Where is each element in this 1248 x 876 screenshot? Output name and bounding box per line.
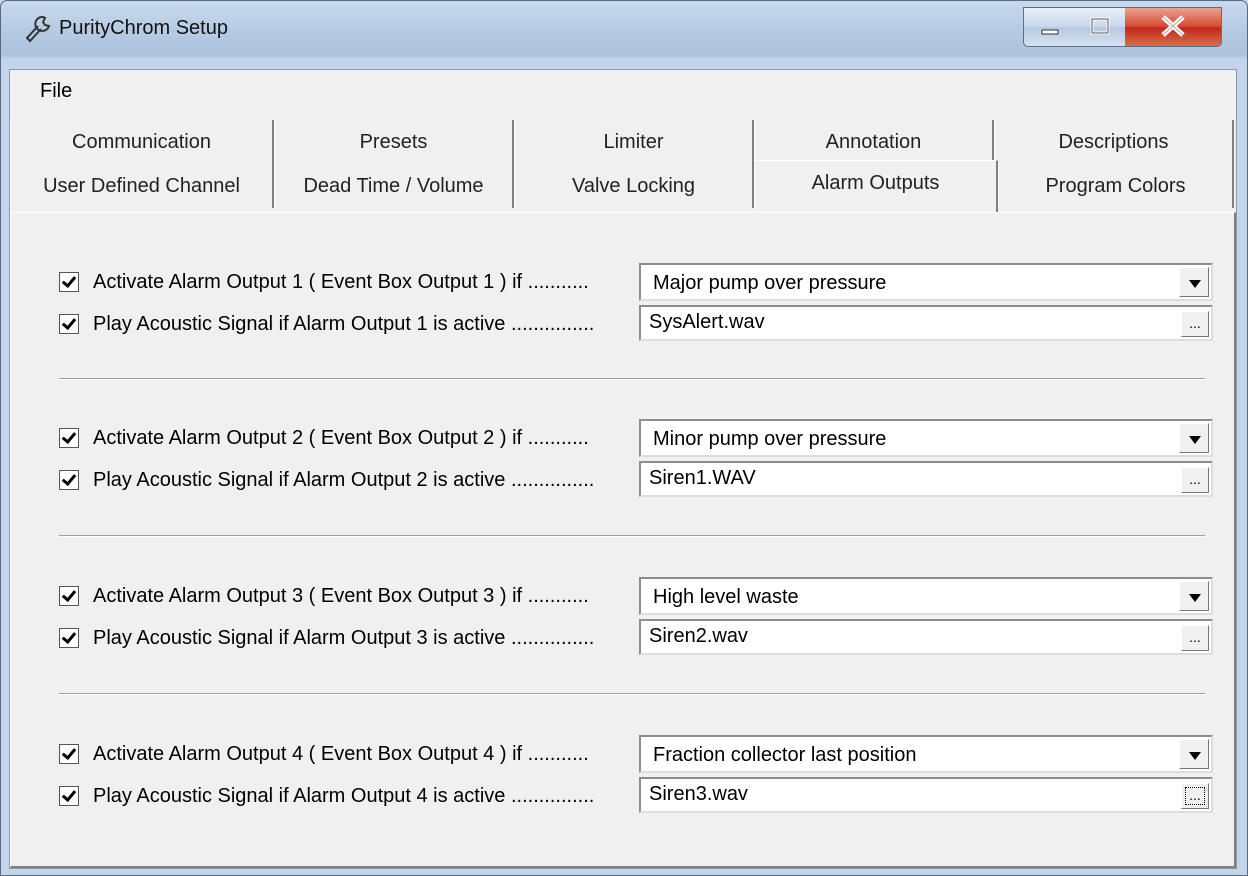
chevron-down-icon[interactable]	[1179, 739, 1209, 769]
maximize-icon	[1090, 17, 1110, 35]
alarm-2-browse-button[interactable]: ...	[1181, 467, 1209, 493]
alarm-1-activate-label: Activate Alarm Output 1 ( Event Box Outp…	[93, 270, 589, 293]
alarm-1-condition-select[interactable]: Major pump over pressure	[639, 263, 1213, 301]
alarm-3-activate-checkbox[interactable]	[59, 586, 79, 606]
alarm-1-sound-row[interactable]: Play Acoustic Signal if Alarm Output 1 i…	[59, 307, 594, 341]
client-area: File Communication Presets Limiter Annot…	[9, 69, 1237, 869]
alarm-4-activate-row[interactable]: Activate Alarm Output 4 ( Event Box Outp…	[59, 737, 589, 771]
alarm-3-browse-button[interactable]: ...	[1181, 625, 1209, 651]
alarm-1-condition-value: Major pump over pressure	[653, 272, 887, 294]
alarm-1-sound-file-field[interactable]: SysAlert.wav ...	[639, 305, 1213, 341]
alarm-4-activate-label: Activate Alarm Output 4 ( Event Box Outp…	[93, 742, 589, 765]
alarm-3-sound-label: Play Acoustic Signal if Alarm Output 3 i…	[93, 626, 595, 649]
separator	[59, 535, 1205, 537]
alarm-2-condition-select[interactable]: Minor pump over pressure	[639, 419, 1213, 457]
alarm-1-activate-row[interactable]: Activate Alarm Output 1 ( Event Box Outp…	[59, 265, 589, 299]
alarm-4-condition-select[interactable]: Fraction collector last position	[639, 735, 1213, 773]
alarm-1-sound-file-value: SysAlert.wav	[649, 311, 765, 333]
menu-bar: File	[10, 70, 1236, 110]
alarm-1-sound-label: Play Acoustic Signal if Alarm Output 1 i…	[93, 312, 595, 335]
alarm-2-sound-label: Play Acoustic Signal if Alarm Output 2 i…	[93, 468, 595, 491]
alarm-3-condition-value: High level waste	[653, 586, 799, 608]
alarm-3-activate-label: Activate Alarm Output 3 ( Event Box Outp…	[93, 584, 589, 607]
title-bar[interactable]: PurityChrom Setup	[1, 1, 1247, 55]
chevron-down-icon[interactable]	[1179, 267, 1209, 297]
alarm-3-sound-row[interactable]: Play Acoustic Signal if Alarm Output 3 i…	[59, 621, 594, 655]
alarm-4-sound-file-value: Siren3.wav	[649, 783, 748, 805]
alarm-2-sound-file-field[interactable]: Siren1.WAV ...	[639, 461, 1213, 497]
alarm-2-activate-row[interactable]: Activate Alarm Output 2 ( Event Box Outp…	[59, 421, 589, 455]
alarm-2-sound-checkbox[interactable]	[59, 470, 79, 490]
alarm-4-sound-row[interactable]: Play Acoustic Signal if Alarm Output 4 i…	[59, 779, 594, 813]
alarm-1-sound-checkbox[interactable]	[59, 314, 79, 334]
tab-descriptions[interactable]: Descriptions	[994, 120, 1234, 164]
chevron-down-icon[interactable]	[1179, 423, 1209, 453]
alarm-1-activate-checkbox[interactable]	[59, 272, 79, 292]
maximize-button[interactable]	[1075, 7, 1126, 47]
alarm-4-sound-label: Play Acoustic Signal if Alarm Output 4 i…	[93, 784, 595, 807]
minimize-icon	[1041, 29, 1059, 35]
alarm-2-activate-label: Activate Alarm Output 2 ( Event Box Outp…	[93, 426, 589, 449]
tab-valve-locking[interactable]: Valve Locking	[514, 164, 754, 208]
setup-window: PurityChrom Setup File Communication Pre…	[0, 0, 1248, 876]
separator	[59, 378, 1205, 380]
wrench-icon	[25, 15, 51, 43]
alarm-3-sound-checkbox[interactable]	[59, 628, 79, 648]
alarm-4-activate-checkbox[interactable]	[59, 744, 79, 764]
alarm-2-sound-file-value: Siren1.WAV	[649, 467, 756, 489]
alarm-3-activate-row[interactable]: Activate Alarm Output 3 ( Event Box Outp…	[59, 579, 589, 613]
alarm-outputs-panel: Activate Alarm Output 1 ( Event Box Outp…	[10, 212, 1236, 868]
tab-limiter[interactable]: Limiter	[514, 120, 754, 164]
alarm-4-sound-checkbox[interactable]	[59, 786, 79, 806]
tab-presets[interactable]: Presets	[274, 120, 514, 164]
alarm-3-sound-file-value: Siren2.wav	[649, 625, 748, 647]
alarm-4-sound-file-field[interactable]: Siren3.wav ...	[639, 777, 1213, 813]
alarm-4-browse-button[interactable]: ...	[1181, 783, 1209, 809]
window-title: PurityChrom Setup	[59, 17, 228, 39]
menu-file[interactable]: File	[40, 80, 72, 103]
alarm-2-sound-row[interactable]: Play Acoustic Signal if Alarm Output 2 i…	[59, 463, 594, 497]
separator	[59, 693, 1205, 695]
tab-dead-time-volume[interactable]: Dead Time / Volume	[274, 164, 514, 208]
close-icon	[1161, 15, 1185, 37]
alarm-3-sound-file-field[interactable]: Siren2.wav ...	[639, 619, 1213, 655]
alarm-2-condition-value: Minor pump over pressure	[653, 428, 887, 450]
chevron-down-icon[interactable]	[1179, 581, 1209, 611]
tab-user-defined-channel[interactable]: User Defined Channel	[10, 164, 274, 208]
alarm-4-condition-value: Fraction collector last position	[653, 744, 917, 766]
alarm-2-activate-checkbox[interactable]	[59, 428, 79, 448]
alarm-3-condition-select[interactable]: High level waste	[639, 577, 1213, 615]
minimize-button[interactable]	[1023, 7, 1077, 47]
tab-communication[interactable]: Communication	[10, 120, 274, 164]
close-button[interactable]	[1125, 7, 1222, 47]
tab-annotation[interactable]: Annotation	[754, 120, 994, 164]
tab-alarm-outputs[interactable]: Alarm Outputs	[754, 160, 998, 212]
alarm-1-browse-button[interactable]: ...	[1181, 311, 1209, 337]
tab-program-colors[interactable]: Program Colors	[998, 164, 1234, 208]
